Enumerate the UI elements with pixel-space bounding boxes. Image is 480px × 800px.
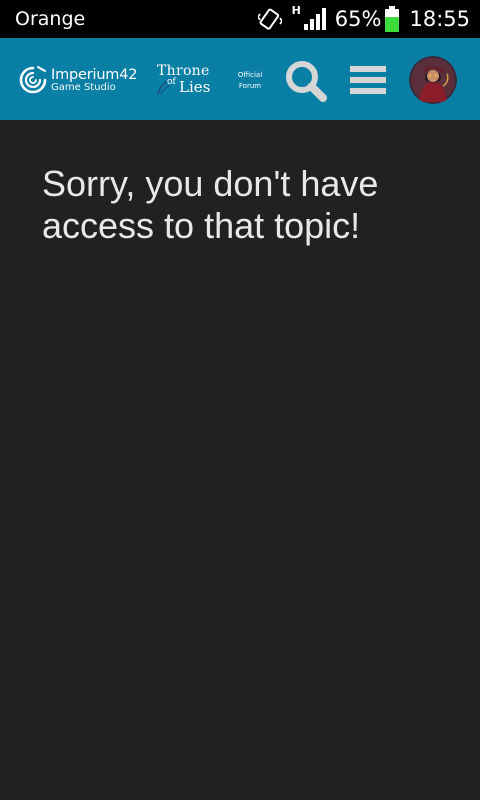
game-title-line2: Lies [179, 78, 211, 96]
network-type: H [291, 4, 301, 17]
official-forum-tag: Official Forum [232, 70, 268, 92]
access-denied-message: Sorry, you don't have access to that top… [42, 163, 379, 246]
signal-icon [303, 8, 326, 30]
game-title-of: of [167, 77, 176, 87]
carrier-name: Orange [15, 8, 86, 30]
vibrate-icon [257, 8, 282, 30]
throne-of-lies-logo[interactable]: Throne of Lies [155, 64, 227, 98]
status-bar: Orange H 65% 18:55 [0, 0, 480, 38]
battery-icon [385, 6, 400, 32]
hamburger-menu-icon[interactable] [349, 64, 387, 96]
game-title-line1: Throne [157, 63, 210, 79]
user-avatar[interactable] [409, 56, 457, 104]
imperium-swirl-icon [19, 66, 47, 94]
main-content: Sorry, you don't have access to that top… [0, 120, 480, 800]
studio-name: Imperium42 [51, 66, 138, 83]
imperium42-logo[interactable]: Imperium42 Game Studio [18, 64, 137, 96]
app-header: Imperium42 Game Studio Throne of Lies Of… [0, 38, 480, 120]
clock: 18:55 [409, 7, 470, 31]
forum-label: Forum [238, 82, 262, 90]
battery-percent: 65% [334, 7, 382, 31]
status-icons: H 65% 18:55 [257, 3, 470, 35]
official-label: Official [237, 71, 263, 79]
search-icon[interactable] [283, 58, 329, 104]
studio-subtitle: Game Studio [51, 81, 116, 93]
